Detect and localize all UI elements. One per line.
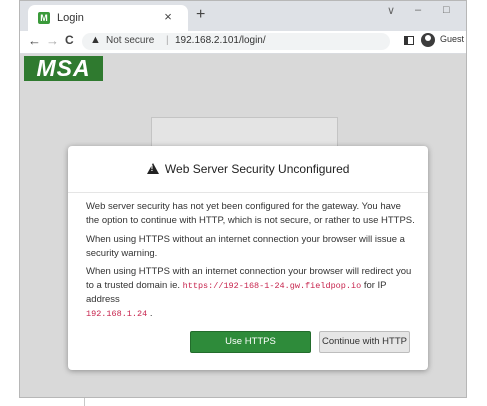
modal-title: Web Server Security Unconfigured <box>164 162 350 176</box>
not-secure-label[interactable]: Not secure <box>106 35 154 46</box>
maximize-button[interactable]: □ <box>443 4 450 16</box>
modal-paragraph-1: Web server security has not yet been con… <box>86 201 415 226</box>
back-button[interactable]: ← <box>28 33 41 48</box>
close-tab-icon[interactable]: × <box>160 9 176 24</box>
modal-paragraph-2: When using HTTPS without an internet con… <box>86 234 405 259</box>
msa-logo: MSA <box>24 56 103 81</box>
profile-avatar-icon[interactable] <box>421 33 435 47</box>
modal-paragraph-3: When using HTTPS with an internet connec… <box>86 265 416 321</box>
warning-icon[interactable]: ▲ <box>90 34 101 46</box>
new-tab-button[interactable]: + <box>196 6 205 24</box>
ip-address-code: 192.168.1.24 <box>86 309 148 319</box>
security-modal: Web Server Security Unconfigured Web ser… <box>68 146 428 370</box>
msa-favicon-icon: M <box>38 12 50 24</box>
profile-label[interactable]: Guest <box>440 34 464 44</box>
side-panel-icon[interactable] <box>404 36 414 45</box>
modal-title-row: Web Server Security Unconfigured <box>68 162 428 176</box>
address-bar[interactable]: ▲ Not secure | 192.168.2.101/login/ <box>82 33 390 50</box>
fieldpop-domain-code: https://192-168-1-24.gw.fieldpop.io <box>182 281 362 291</box>
warning-triangle-icon <box>146 163 159 174</box>
url-text[interactable]: 192.168.2.101/login/ <box>175 35 266 46</box>
minimize-button[interactable]: – <box>415 4 421 16</box>
browser-toolbar: ← → C ▲ Not secure | 192.168.2.101/login… <box>20 31 466 54</box>
tab-login[interactable]: M Login × <box>28 5 188 31</box>
continue-http-button[interactable]: Continue with HTTP <box>319 331 410 353</box>
tab-title: Login <box>57 12 84 24</box>
reload-button[interactable]: C <box>65 33 74 47</box>
use-https-button[interactable]: Use HTTPS (Recommended) <box>190 331 311 367</box>
tab-strip: M Login × + ∨ – □ <box>20 1 466 31</box>
paragraph-3-end: . <box>149 308 153 319</box>
url-separator: | <box>166 35 169 46</box>
tab-search-icon[interactable]: ∨ <box>387 4 395 17</box>
forward-button[interactable]: → <box>46 33 59 48</box>
modal-header: Web Server Security Unconfigured <box>68 146 428 193</box>
